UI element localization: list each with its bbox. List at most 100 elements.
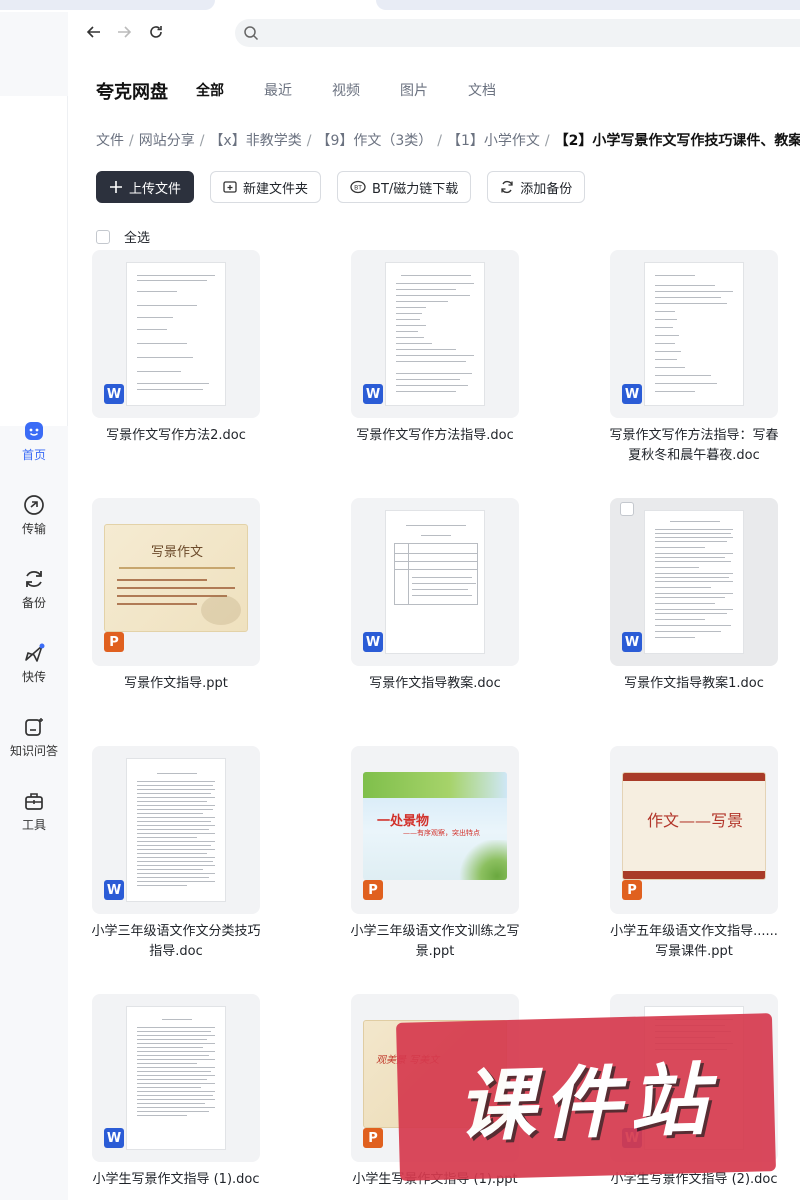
svg-text:BT: BT — [354, 185, 362, 192]
sidebar-item-qa[interactable]: 知识问答 — [4, 716, 64, 759]
file-thumbnail: 一处景物 ——有序观察，突出特点 P — [351, 746, 519, 914]
file-name: 写景作文指导教案.doc — [369, 676, 501, 691]
refresh-button[interactable] — [144, 20, 168, 44]
sidebar-item-backup[interactable]: 备份 — [4, 568, 64, 611]
tab-document[interactable]: 文档 — [468, 80, 496, 100]
watermark-stamp: 课件站 — [395, 1013, 777, 1181]
document-preview — [126, 1006, 226, 1150]
new-folder-label: 新建文件夹 — [243, 181, 309, 197]
window-top-strip — [0, 0, 800, 12]
breadcrumb-current: 【2】小学写景作文写作技巧课件、教案 — [554, 133, 800, 149]
app-title: 夸克网盘 — [96, 82, 168, 103]
tab-all[interactable]: 全部 — [196, 80, 224, 100]
sidebar-item-label: 首页 — [21, 448, 46, 462]
bt-download-label: BT/磁力链下载 — [372, 181, 459, 197]
new-folder-icon — [223, 180, 237, 194]
sidebar-item-label: 备份 — [21, 596, 46, 610]
new-folder-button[interactable]: 新建文件夹 — [210, 171, 322, 203]
bt-download-button[interactable]: BT BT/磁力链下载 — [337, 171, 472, 203]
sidebar-item-home[interactable]: 首页 — [4, 420, 64, 463]
word-file-icon: W — [622, 632, 642, 652]
slide-preview: 一处景物 ——有序观察，突出特点 — [363, 772, 507, 880]
breadcrumb-separator: / — [544, 133, 550, 149]
select-all-checkbox[interactable]: 全选 — [96, 227, 150, 246]
slide-subtitle: ——有序观察，突出特点 — [403, 829, 480, 837]
forward-arrow-icon — [118, 26, 132, 38]
file-name: 写景作文写作方法指导.doc — [356, 428, 514, 443]
upload-file-button[interactable]: 上传文件 — [96, 171, 195, 203]
browser-tab[interactable] — [0, 0, 215, 10]
file-name: 小学生写景作文指导 (1).doc — [92, 1172, 260, 1187]
file-thumbnail: W — [92, 994, 260, 1162]
watermark-text: 课件站 — [456, 1055, 717, 1153]
file-name: 写景作文指导.ppt — [124, 676, 228, 691]
file-thumbnail: W — [351, 498, 519, 666]
file-name: 写景作文写作方法2.doc — [106, 428, 246, 443]
sidebar-item-label: 知识问答 — [9, 744, 58, 758]
word-file-icon: W — [104, 1128, 124, 1148]
file-name: 小学三年级语文作文分类技巧指导.doc — [91, 924, 261, 959]
add-backup-label: 添加备份 — [520, 181, 573, 197]
file-thumbnail: W — [92, 746, 260, 914]
breadcrumb-item[interactable]: 文件 — [96, 133, 124, 149]
file-thumbnail: W — [610, 250, 778, 418]
document-preview — [385, 262, 485, 406]
checkbox[interactable] — [96, 229, 110, 244]
home-icon — [25, 422, 43, 440]
sidebar-item-transfer[interactable]: 传输 — [4, 494, 64, 537]
sidebar-item-quick-send[interactable]: 快传 — [4, 642, 64, 685]
breadcrumb-item[interactable]: 【9】作文（3类） — [316, 133, 432, 149]
breadcrumb-separator: / — [437, 133, 442, 149]
tab-recent[interactable]: 最近 — [264, 80, 292, 100]
upload-file-label: 上传文件 — [129, 181, 182, 197]
refresh-icon — [150, 26, 162, 38]
ppt-file-icon: P — [104, 632, 124, 652]
sidebar-item-label: 快传 — [21, 670, 46, 684]
document-preview — [126, 262, 226, 406]
file-thumbnail: W — [351, 250, 519, 418]
file-name: 小学五年级语文作文指导......写景课件.ppt — [610, 924, 778, 959]
file-name: 小学三年级语文作文训练之写景.ppt — [350, 924, 520, 959]
word-file-icon: W — [363, 632, 383, 652]
sidebar: 首页 传输 备份 快传 知识问答 工具 — [0, 12, 68, 1200]
forward-button[interactable] — [112, 20, 136, 44]
browser-tab[interactable] — [376, 0, 800, 10]
navigation-bar — [68, 12, 800, 56]
sidebar-panel — [0, 96, 68, 426]
add-backup-button[interactable]: 添加备份 — [487, 171, 586, 203]
back-button[interactable] — [82, 20, 106, 44]
file-name: 写景作文指导教案1.doc — [624, 676, 764, 691]
breadcrumb-separator: / — [199, 133, 205, 149]
file-checkbox[interactable] — [620, 502, 634, 516]
breadcrumb-separator: / — [129, 133, 134, 149]
breadcrumb-item[interactable]: 【1】小学作文 — [447, 133, 540, 149]
document-preview — [385, 510, 485, 654]
breadcrumb-item[interactable]: 【x】非教学类 — [209, 133, 301, 149]
select-all-label: 全选 — [124, 231, 151, 246]
ppt-file-icon: P — [363, 1128, 383, 1148]
plus-icon — [109, 180, 123, 194]
tab-image[interactable]: 图片 — [400, 80, 428, 100]
sidebar-item-tools[interactable]: 工具 — [4, 790, 64, 833]
sidebar-item-label: 传输 — [21, 522, 46, 536]
word-file-icon: W — [622, 384, 642, 404]
magnet-icon: BT — [350, 180, 366, 194]
category-tabs: 全部 最近 视频 图片 文档 — [196, 80, 536, 100]
tab-video[interactable]: 视频 — [332, 80, 360, 100]
slide-preview: 写景作文 — [104, 524, 248, 632]
quick-send-icon — [25, 643, 45, 662]
document-preview — [644, 262, 744, 406]
file-thumbnail: W — [610, 498, 778, 666]
search-icon — [244, 26, 259, 41]
ppt-file-icon: P — [363, 880, 383, 900]
ppt-file-icon: P — [622, 880, 642, 900]
back-arrow-icon — [86, 26, 100, 38]
word-file-icon: W — [104, 880, 124, 900]
breadcrumb-item[interactable]: 网站分享 — [139, 133, 195, 149]
breadcrumb: 文件 / 网站分享 / 【x】非教学类 / 【9】作文（3类） / 【1】小学作文 / 【2】小学写… — [96, 130, 800, 150]
address-bar[interactable] — [235, 19, 800, 47]
file-thumbnail: 写景作文 P — [92, 498, 260, 666]
document-preview — [644, 510, 744, 654]
word-file-icon: W — [363, 384, 383, 404]
sidebar-item-label: 工具 — [21, 818, 46, 832]
